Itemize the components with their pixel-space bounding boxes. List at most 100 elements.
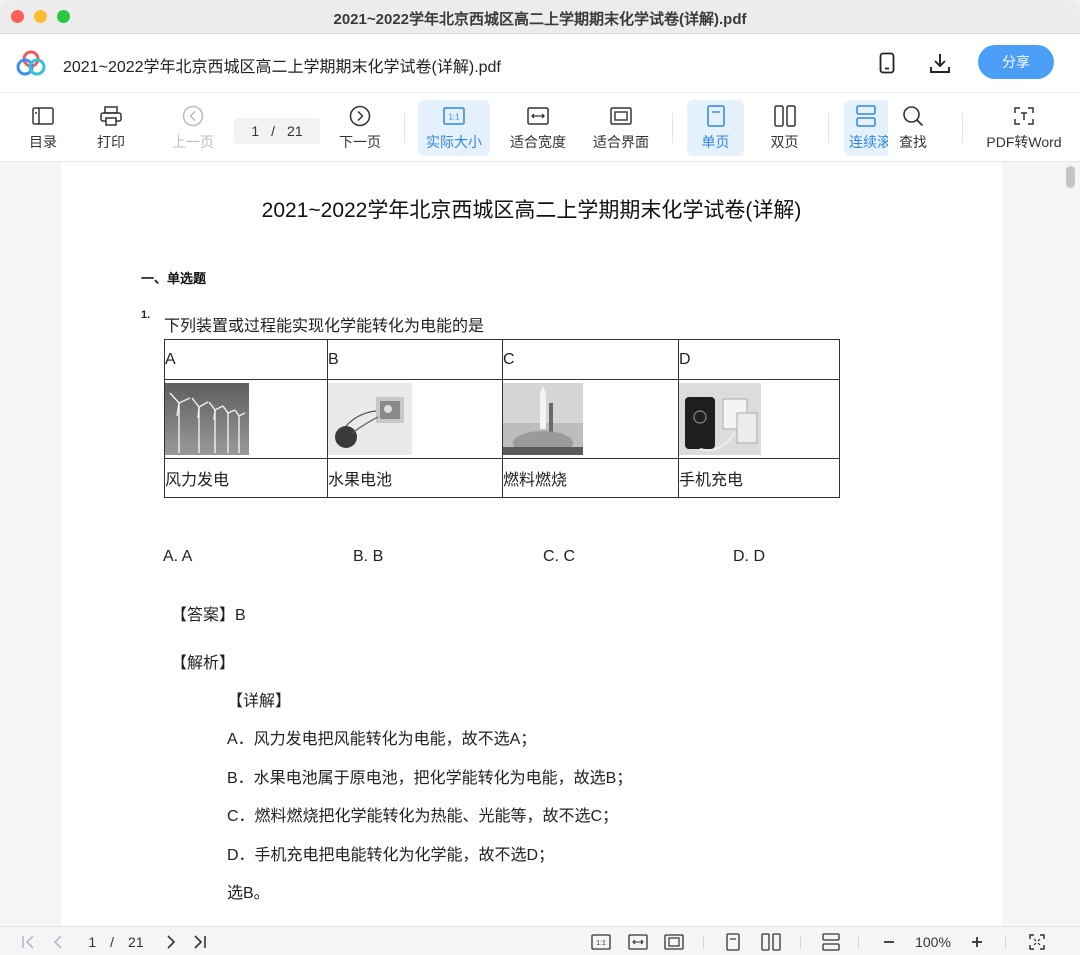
actual-size-label: 实际大小	[426, 134, 482, 150]
status-total-pages: 21	[128, 934, 144, 950]
toolbar-divider	[404, 113, 405, 143]
table-cell: D	[678, 339, 840, 380]
fit-page-label: 适合界面	[593, 134, 649, 150]
fit-page-icon[interactable]	[663, 932, 685, 952]
pdf-to-word-label: PDF转Word	[986, 134, 1062, 150]
continuous-scroll-icon[interactable]	[820, 932, 842, 952]
zoom-level[interactable]: 100%	[908, 932, 958, 952]
table-cell: 水果电池	[327, 458, 503, 498]
zoom-out-button[interactable]	[879, 932, 899, 952]
prev-page-button[interactable]: 上一页	[162, 100, 224, 156]
continuous-scroll-icon	[855, 104, 877, 128]
share-button[interactable]: 分享	[978, 45, 1054, 79]
table-cell	[502, 379, 679, 459]
title-bar: 2021~2022学年北京西城区高二上学期期末化学试卷(详解).pdf	[0, 0, 1080, 34]
status-bar: 1 / 21 1:1 100%	[0, 926, 1080, 955]
toc-label: 目录	[29, 134, 57, 150]
table-label-row: 风力发电 水果电池 燃料燃烧 手机充电	[164, 458, 840, 498]
single-page-icon[interactable]	[723, 932, 743, 952]
page-separator: /	[271, 123, 276, 139]
search-icon	[902, 104, 924, 128]
document-title: 2021~2022学年北京西城区高二上学期期末化学试卷(详解)	[261, 199, 802, 222]
current-page: 1	[251, 123, 260, 139]
double-page-icon	[773, 104, 796, 128]
document-viewport[interactable]: 2021~2022学年北京西城区高二上学期期末化学试卷(详解) 一、单选题 1.…	[0, 162, 1080, 926]
toc-icon	[32, 104, 54, 128]
vertical-scrollbar[interactable]	[1066, 166, 1075, 188]
toolbar: 目录 打印 上一页 1 / 21 下一页 1:1 实际大小 适合宽度 适合界面 …	[0, 93, 1080, 162]
analysis-heading: 【解析】	[171, 655, 236, 672]
fruit-battery-image	[328, 383, 412, 455]
app-header: 2021~2022学年北京西城区高二上学期期末化学试卷(详解).pdf 分享	[0, 34, 1080, 93]
phone-charging-image	[679, 383, 761, 455]
next-page-label: 下一页	[339, 134, 381, 150]
next-page-icon[interactable]	[161, 932, 181, 952]
fit-page-button[interactable]: 适合界面	[585, 100, 657, 156]
rocket-launch-image	[503, 383, 583, 455]
print-label: 打印	[97, 134, 125, 150]
document-name: 2021~2022学年北京西城区高二上学期期末化学试卷(详解).pdf	[63, 59, 501, 76]
continuous-scroll-button[interactable]: 连续滚	[844, 100, 888, 156]
table-cell: C	[502, 339, 679, 380]
fit-width-icon[interactable]	[627, 932, 649, 952]
actual-size-icon[interactable]: 1:1	[590, 932, 612, 952]
toolbar-divider	[962, 113, 963, 143]
toolbar-divider	[672, 113, 673, 143]
next-page-button[interactable]: 下一页	[330, 100, 390, 156]
phone-icon[interactable]	[874, 50, 900, 76]
find-label: 查找	[899, 134, 927, 150]
table-cell: 风力发电	[164, 458, 328, 498]
page-number-input[interactable]: 1 / 21	[234, 118, 320, 144]
question-text: 下列装置或过程能实现化学能转化为电能的是	[164, 318, 485, 335]
double-page-button[interactable]: 双页	[756, 100, 813, 156]
svg-text:1:1: 1:1	[596, 940, 606, 947]
table-cell	[164, 379, 328, 459]
zoom-in-button[interactable]	[967, 932, 987, 952]
fit-width-label: 适合宽度	[510, 134, 566, 150]
app-window: 2021~2022学年北京西城区高二上学期期末化学试卷(详解).pdf 2021…	[0, 0, 1080, 955]
status-divider	[800, 935, 801, 949]
double-page-label: 双页	[770, 134, 799, 150]
single-page-button[interactable]: 单页	[687, 100, 744, 156]
last-page-icon[interactable]	[190, 932, 210, 952]
option-a: A. A	[163, 548, 193, 565]
explanation-line: A．风力发电把风能转化为电能，故不选A；	[227, 731, 537, 748]
prev-page-icon[interactable]	[48, 932, 68, 952]
option-d: D. D	[733, 548, 765, 565]
double-page-icon[interactable]	[760, 932, 782, 952]
status-page-indicator[interactable]: 1 / 21	[80, 932, 152, 952]
answer-text: 【答案】B	[171, 607, 246, 624]
section-title: 一、单选题	[141, 271, 207, 286]
single-page-label: 单页	[701, 134, 730, 150]
table-header-row: A B C D	[164, 339, 840, 380]
print-button[interactable]: 打印	[82, 100, 140, 156]
detail-heading: 【详解】	[227, 693, 292, 710]
svg-text:1:1: 1:1	[448, 113, 460, 122]
fit-width-button[interactable]: 适合宽度	[502, 100, 574, 156]
fullscreen-icon[interactable]	[1026, 932, 1048, 952]
status-current-page: 1	[88, 934, 97, 950]
fit-page-icon	[610, 104, 632, 128]
pdf-page: 2021~2022学年北京西城区高二上学期期末化学试卷(详解) 一、单选题 1.…	[61, 162, 1002, 926]
table-cell: 燃料燃烧	[502, 458, 679, 498]
next-circle-icon	[349, 104, 371, 128]
convert-icon	[1013, 104, 1035, 128]
toc-button[interactable]: 目录	[14, 100, 72, 156]
explanation-line: 选B。	[227, 885, 270, 902]
download-icon[interactable]	[927, 50, 953, 76]
continuous-scroll-label: 连续滚	[849, 134, 888, 150]
status-divider	[858, 935, 859, 949]
table-cell	[678, 379, 840, 459]
explanation-line: D．手机充电把电能转化为化学能，故不选D；	[227, 847, 555, 864]
actual-size-button[interactable]: 1:1 实际大小	[418, 100, 490, 156]
fit-width-icon	[527, 104, 549, 128]
table-cell	[327, 379, 503, 459]
prev-page-label: 上一页	[172, 134, 214, 150]
table-cell: 手机充电	[678, 458, 840, 498]
pdf-to-word-button[interactable]: PDF转Word	[982, 100, 1066, 156]
status-divider	[1005, 935, 1006, 949]
find-button[interactable]: 查找	[888, 100, 938, 156]
first-page-icon[interactable]	[18, 932, 38, 952]
question-number: 1.	[141, 309, 151, 321]
toolbar-divider	[828, 113, 829, 143]
